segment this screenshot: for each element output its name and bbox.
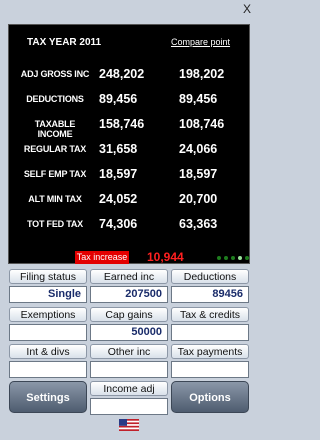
page-indicator[interactable] (217, 256, 249, 260)
filing-status-button[interactable]: Filing status (9, 269, 87, 284)
int-divs-field[interactable]: Int & divs (9, 344, 87, 378)
earned-inc-field[interactable]: Earned inc 207500 (90, 269, 168, 303)
page-dot[interactable] (224, 256, 228, 260)
result-row-regular-tax: REGULAR TAX 31,658 24,066 (9, 142, 251, 158)
exemptions-field[interactable]: Exemptions (9, 307, 87, 341)
compare-value: 198,202 (179, 67, 225, 81)
compare-value: 20,700 (179, 192, 218, 206)
row-label: SELF EMP TAX (23, 169, 87, 179)
tax-increase-label: Tax increase (75, 251, 129, 264)
page-dot[interactable] (245, 256, 249, 260)
other-inc-value[interactable] (90, 361, 168, 378)
tax-credits-value[interactable] (171, 324, 249, 341)
row-label: ALT MIN TAX (28, 194, 82, 204)
compare-value: 24,066 (179, 142, 218, 156)
page-dot[interactable] (238, 256, 242, 260)
income-adj-field[interactable]: Income adj (90, 381, 168, 415)
current-value: 24,052 (99, 192, 138, 206)
int-divs-button[interactable]: Int & divs (9, 344, 87, 359)
current-value: 89,456 (99, 92, 138, 106)
tax-payments-field[interactable]: Tax payments (171, 344, 249, 378)
result-row-alt-min-tax: ALT MIN TAX 24,052 20,700 (9, 192, 251, 208)
earned-inc-value[interactable]: 207500 (90, 286, 168, 303)
earned-inc-button[interactable]: Earned inc (90, 269, 168, 284)
close-button[interactable]: X (243, 2, 251, 16)
other-inc-field[interactable]: Other inc (90, 344, 168, 378)
other-inc-button[interactable]: Other inc (90, 344, 168, 359)
results-display: TAX YEAR 2011 Compare point ADJ GROSS IN… (8, 24, 250, 264)
deductions-button[interactable]: Deductions (171, 269, 249, 284)
compare-value: 108,746 (179, 117, 225, 131)
tax-payments-value[interactable] (171, 361, 249, 378)
page-dot[interactable] (231, 256, 235, 260)
exemptions-value[interactable] (9, 324, 87, 341)
result-row-taxable-income: TAXABLE INCOME 158,746 108,746 (9, 117, 251, 139)
compare-value: 63,363 (179, 217, 218, 231)
title-bar: X (0, 0, 258, 20)
tax-year-label: TAX YEAR 2011 (27, 37, 102, 48)
tax-credits-button[interactable]: Tax & credits (171, 307, 249, 322)
row-label: REGULAR TAX (23, 144, 87, 154)
filing-status-field[interactable]: Filing status Single (9, 269, 87, 303)
cap-gains-field[interactable]: Cap gains 50000 (90, 307, 168, 341)
result-row-self-emp-tax: SELF EMP TAX 18,597 18,597 (9, 167, 251, 183)
current-value: 18,597 (99, 167, 138, 181)
tax-increase-value: 10,944 (147, 250, 184, 264)
tax-payments-button[interactable]: Tax payments (171, 344, 249, 359)
result-row-deductions: DEDUCTIONS 89,456 89,456 (9, 92, 251, 108)
settings-button[interactable]: Settings (9, 381, 87, 413)
current-value: 31,658 (99, 142, 138, 156)
income-adj-value[interactable] (90, 398, 168, 415)
compare-value: 18,597 (179, 167, 218, 181)
page-dot[interactable] (217, 256, 221, 260)
current-value: 248,202 (99, 67, 145, 81)
options-button[interactable]: Options (171, 381, 249, 413)
exemptions-button[interactable]: Exemptions (9, 307, 87, 322)
compare-value: 89,456 (179, 92, 218, 106)
filing-status-value[interactable]: Single (9, 286, 87, 303)
result-row-tot-fed-tax: TOT FED TAX 74,306 63,363 (9, 217, 251, 233)
row-label: TOT FED TAX (27, 219, 83, 229)
deductions-field[interactable]: Deductions 89456 (171, 269, 249, 303)
cap-gains-button[interactable]: Cap gains (90, 307, 168, 322)
income-adj-button[interactable]: Income adj (90, 381, 168, 396)
result-row-adj-gross-inc: ADJ GROSS INC 248,202 198,202 (9, 67, 251, 83)
row-label: TAXABLE INCOME (34, 119, 76, 139)
us-flag-icon[interactable] (119, 419, 139, 431)
compare-point-link[interactable]: Compare point (171, 37, 230, 47)
current-value: 74,306 (99, 217, 138, 231)
int-divs-value[interactable] (9, 361, 87, 378)
tax-credits-field[interactable]: Tax & credits (171, 307, 249, 341)
cap-gains-value[interactable]: 50000 (90, 324, 168, 341)
row-label: DEDUCTIONS (26, 94, 84, 104)
row-label: ADJ GROSS INC (20, 69, 90, 79)
current-value: 158,746 (99, 117, 145, 131)
deductions-value[interactable]: 89456 (171, 286, 249, 303)
